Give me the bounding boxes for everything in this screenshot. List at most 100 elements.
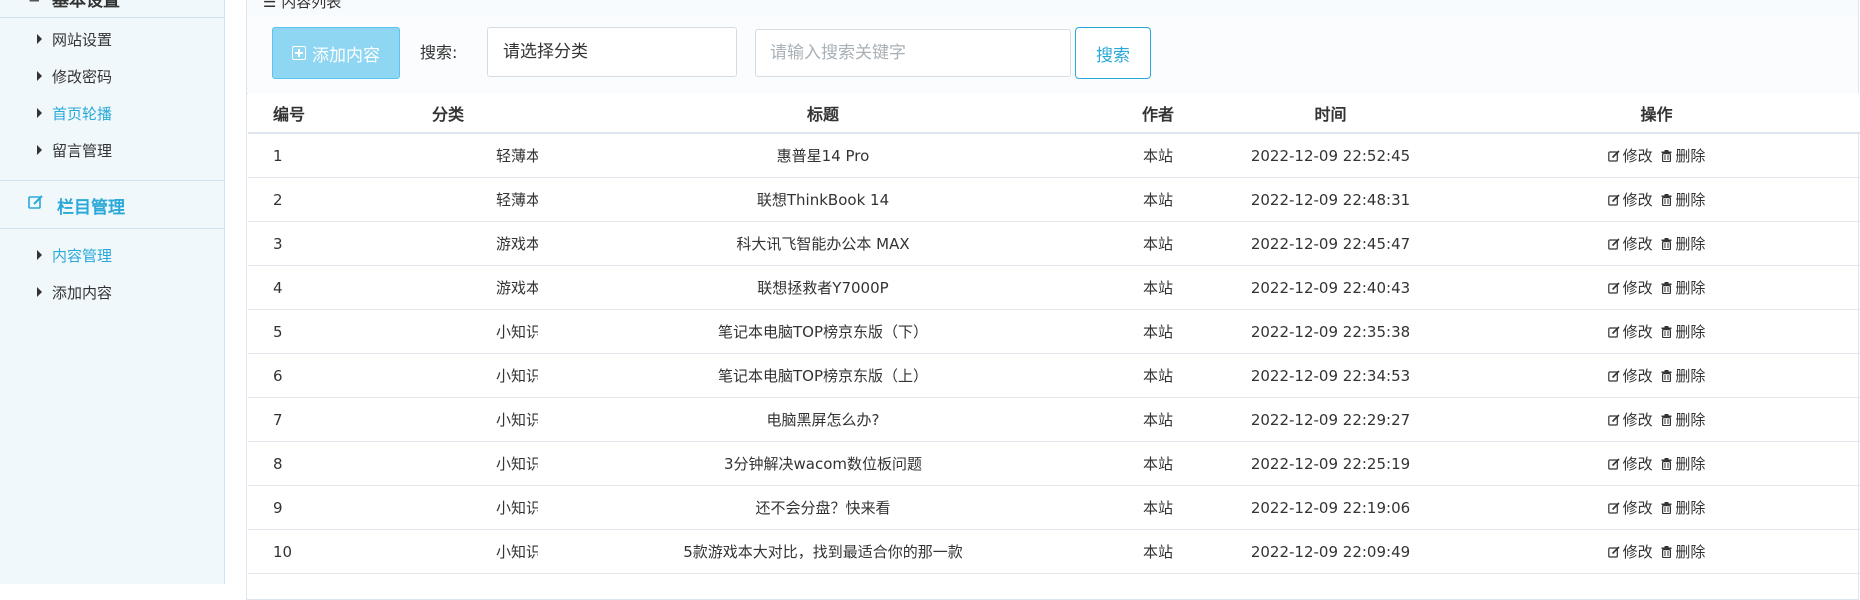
delete-button[interactable]: 删除 — [1661, 145, 1705, 166]
edit-button[interactable]: 修改 — [1607, 189, 1653, 210]
edit-icon — [1607, 237, 1620, 250]
cell-category: 小知识 — [358, 441, 538, 486]
caret-right-icon — [37, 108, 42, 118]
sidebar-item-site-settings[interactable]: 网站设置 — [37, 29, 112, 50]
delete-button[interactable]: 删除 — [1661, 409, 1705, 430]
cell-actions: 修改 删除 — [1453, 177, 1860, 222]
delete-button[interactable]: 删除 — [1661, 453, 1705, 474]
panel-title: ☰ 内容列表 — [263, 0, 341, 12]
content-panel: ☰ 内容列表 添加内容 搜索: 请选择分类 搜索 编号 分类 标题 — [246, 0, 1860, 600]
edit-button[interactable]: 修改 — [1607, 409, 1653, 430]
caret-right-icon — [37, 71, 42, 81]
delete-button[interactable]: 删除 — [1661, 365, 1705, 386]
search-button[interactable]: 搜索 — [1075, 27, 1151, 79]
delete-label: 删除 — [1675, 279, 1706, 297]
toolbar: 添加内容 搜索: 请选择分类 搜索 — [247, 15, 1858, 94]
cell-id: 1 — [248, 133, 358, 178]
edit-button[interactable]: 修改 — [1607, 145, 1653, 166]
table-row: 1 轻薄本 惠普星14 Pro 本站 2022-12-09 22:52:45 修… — [248, 133, 1860, 178]
content-table: 编号 分类 标题 作者 时间 操作 1 轻薄本 惠普星14 Pro 本站 202… — [248, 93, 1860, 574]
edit-button[interactable]: 修改 — [1607, 277, 1653, 298]
trash-icon — [1661, 325, 1672, 338]
edit-icon — [1607, 501, 1620, 514]
sidebar-item-change-password[interactable]: 修改密码 — [37, 66, 112, 87]
cell-actions: 修改 删除 — [1453, 485, 1860, 530]
caret-right-icon — [37, 145, 42, 155]
cell-category: 小知识 — [358, 485, 538, 530]
sidebar-section-title: 栏目管理 — [57, 198, 125, 218]
caret-right-icon — [37, 34, 42, 44]
edit-icon — [1607, 369, 1620, 382]
edit-icon — [1607, 193, 1620, 206]
trash-icon — [1661, 501, 1672, 514]
caret-right-icon — [37, 287, 42, 297]
column-header-actions: 操作 — [1453, 93, 1860, 134]
edit-button[interactable]: 修改 — [1607, 233, 1653, 254]
edit-label: 修改 — [1622, 191, 1653, 209]
cell-id: 2 — [248, 177, 358, 222]
cell-title: 惠普星14 Pro — [538, 133, 1108, 178]
cell-category: 小知识 — [358, 353, 538, 398]
sidebar: ≡ 基本设置 网站设置 修改密码 首页轮播 留言管理 栏目管理 内容管理 添加内… — [0, 0, 225, 584]
edit-label: 修改 — [1622, 323, 1653, 341]
table-row: 2 轻薄本 联想ThinkBook 14 本站 2022-12-09 22:48… — [248, 177, 1860, 222]
edit-button[interactable]: 修改 — [1607, 365, 1653, 386]
delete-label: 删除 — [1675, 191, 1706, 209]
delete-button[interactable]: 删除 — [1661, 189, 1705, 210]
delete-button[interactable]: 删除 — [1661, 541, 1705, 562]
cell-actions: 修改 删除 — [1453, 309, 1860, 354]
edit-button[interactable]: 修改 — [1607, 453, 1653, 474]
sidebar-section-basic[interactable]: ≡ 基本设置 — [0, 0, 224, 18]
cell-actions: 修改 删除 — [1453, 397, 1860, 442]
cell-actions: 修改 删除 — [1453, 353, 1860, 398]
cell-author: 本站 — [1108, 441, 1208, 486]
add-content-button[interactable]: 添加内容 — [272, 27, 400, 79]
cell-title: 联想拯救者Y7000P — [538, 265, 1108, 310]
cell-time: 2022-12-09 22:35:38 — [1208, 309, 1453, 354]
delete-label: 删除 — [1675, 543, 1706, 561]
sidebar-item-add-content[interactable]: 添加内容 — [37, 282, 112, 303]
edit-label: 修改 — [1622, 235, 1653, 253]
category-select[interactable]: 请选择分类 — [487, 27, 737, 77]
edit-icon — [1607, 281, 1620, 294]
cell-title: 还不会分盘？快来看 — [538, 485, 1108, 530]
cell-actions: 修改 删除 — [1453, 265, 1860, 310]
table-row: 6 小知识 笔记本电脑TOP榜京东版（上） 本站 2022-12-09 22:3… — [248, 353, 1860, 398]
sidebar-section-columns[interactable]: 栏目管理 — [0, 180, 224, 229]
delete-label: 删除 — [1675, 455, 1706, 473]
delete-label: 删除 — [1675, 367, 1706, 385]
edit-button[interactable]: 修改 — [1607, 541, 1653, 562]
edit-icon — [1607, 457, 1620, 470]
sidebar-item-label: 网站设置 — [52, 31, 113, 49]
sidebar-item-home-carousel[interactable]: 首页轮播 — [37, 103, 112, 124]
edit-button[interactable]: 修改 — [1607, 321, 1653, 342]
add-content-label: 添加内容 — [312, 45, 380, 66]
cell-id: 7 — [248, 397, 358, 442]
cell-id: 8 — [248, 441, 358, 486]
trash-icon — [1661, 545, 1672, 558]
column-header-title: 标题 — [538, 93, 1108, 134]
edit-button[interactable]: 修改 — [1607, 497, 1653, 518]
table-row: 7 小知识 电脑黑屏怎么办? 本站 2022-12-09 22:29:27 修改… — [248, 397, 1860, 442]
delete-button[interactable]: 删除 — [1661, 233, 1705, 254]
delete-button[interactable]: 删除 — [1661, 321, 1705, 342]
sidebar-section-title: 基本设置 — [52, 0, 120, 11]
table-row: 10 小知识 5款游戏本大对比，找到最适合你的那一款 本站 2022-12-09… — [248, 529, 1860, 574]
sidebar-item-messages[interactable]: 留言管理 — [37, 140, 112, 161]
edit-label: 修改 — [1622, 499, 1653, 517]
sidebar-item-content-management[interactable]: 内容管理 — [37, 245, 112, 266]
cell-id: 3 — [248, 221, 358, 266]
column-header-time: 时间 — [1208, 93, 1453, 134]
edit-icon — [1607, 413, 1620, 426]
delete-button[interactable]: 删除 — [1661, 277, 1705, 298]
edit-icon — [1607, 545, 1620, 558]
cell-author: 本站 — [1108, 529, 1208, 574]
cell-author: 本站 — [1108, 265, 1208, 310]
edit-label: 修改 — [1622, 279, 1653, 297]
edit-label: 修改 — [1622, 411, 1653, 429]
search-input[interactable] — [755, 29, 1071, 77]
cell-id: 10 — [248, 529, 358, 574]
edit-icon — [28, 195, 43, 209]
cell-title: 联想ThinkBook 14 — [538, 177, 1108, 222]
delete-button[interactable]: 删除 — [1661, 497, 1705, 518]
